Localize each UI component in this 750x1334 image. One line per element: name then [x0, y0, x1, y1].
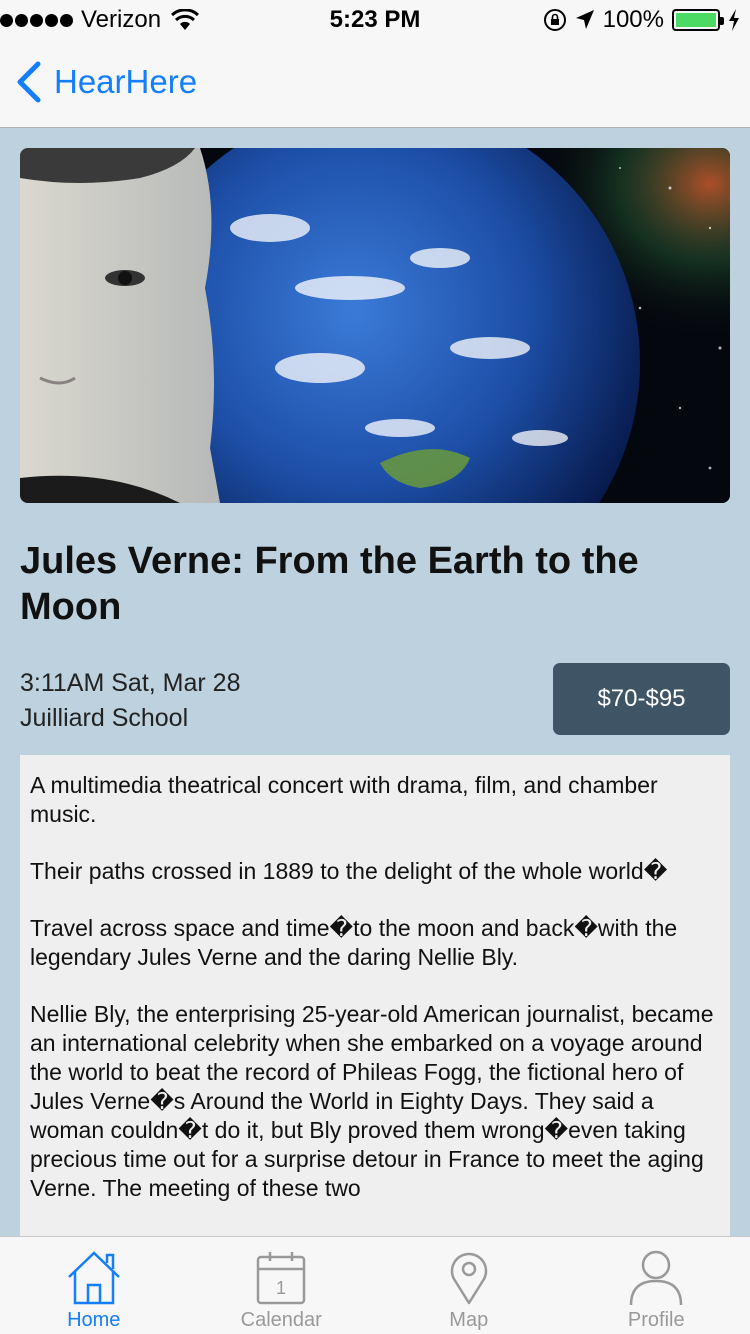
description-paragraph: Travel across space and time�to the moon…	[30, 915, 678, 970]
event-venue[interactable]: Juilliard School	[20, 701, 240, 736]
charging-icon	[729, 9, 739, 31]
tab-label: Home	[67, 1309, 121, 1331]
description-paragraph: Their paths crossed in 1889 to the delig…	[30, 858, 668, 884]
battery-percent: 100%	[602, 6, 664, 33]
location-arrow-icon	[575, 10, 594, 29]
home-icon	[67, 1251, 120, 1305]
back-button-label: HearHere	[54, 63, 198, 100]
event-hero-image	[20, 148, 730, 503]
chevron-left-icon	[17, 61, 41, 103]
buy-tickets-button[interactable]: $70-$95	[553, 663, 730, 735]
tab-label: Calendar	[240, 1309, 322, 1331]
event-datetime: 3:11AM Sat, Mar 28	[20, 669, 241, 697]
map-pin-icon	[450, 1252, 487, 1305]
battery-icon	[672, 9, 724, 31]
tab-map[interactable]: Map	[375, 1237, 563, 1334]
status-bar: Verizon 5:23 PM 100%	[0, 0, 750, 40]
event-detail-screen: Verizon 5:23 PM 100% HearHere Jules Vern…	[0, 0, 750, 1334]
calendar-day-number: 1	[276, 1278, 286, 1298]
hero-artwork	[20, 148, 730, 503]
tab-label: Map	[449, 1309, 489, 1331]
event-description[interactable]: A multimedia theatrical concert with dra…	[20, 755, 730, 1255]
status-right: 100%	[543, 6, 740, 34]
tab-profile[interactable]: Profile	[563, 1237, 750, 1334]
event-title: Jules Verne: From the Earth to the Moon	[20, 540, 639, 628]
tab-bar: Home 1 Calendar Map Profile	[0, 1236, 750, 1334]
description-paragraph: Nellie Bly, the enterprising 25-year-old…	[30, 1001, 714, 1201]
description-paragraph: A multimedia theatrical concert with dra…	[30, 772, 658, 827]
navigation-bar: HearHere	[0, 40, 750, 128]
tab-label: Profile	[627, 1309, 685, 1331]
rotation-lock-icon	[543, 9, 566, 31]
event-meta: 3:11AM Sat, Mar 28 Juilliard School	[20, 666, 240, 736]
tab-calendar[interactable]: 1 Calendar	[188, 1237, 376, 1334]
calendar-icon: 1	[257, 1252, 306, 1305]
back-button[interactable]: HearHere	[14, 60, 197, 104]
tab-home[interactable]: Home	[0, 1237, 188, 1334]
profile-icon	[630, 1250, 683, 1305]
